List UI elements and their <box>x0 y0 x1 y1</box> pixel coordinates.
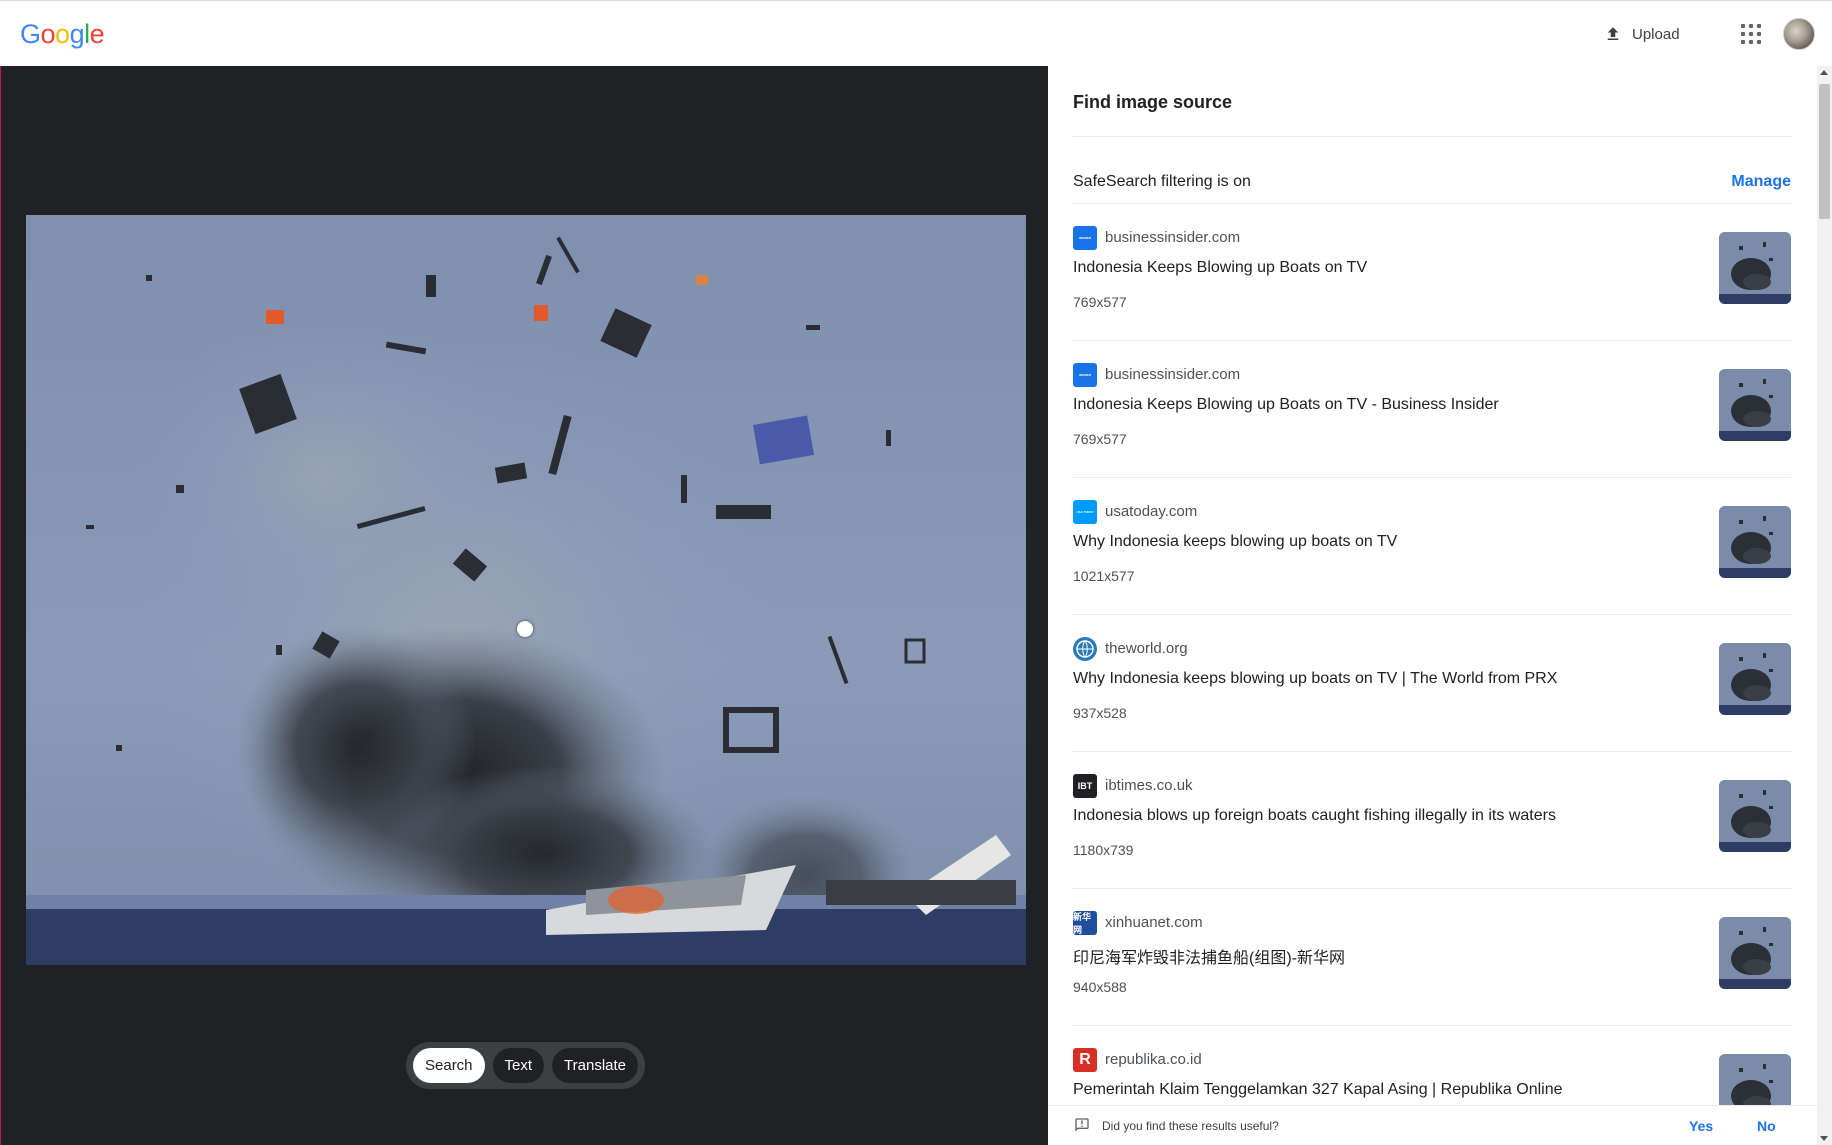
result-title-link[interactable]: Indonesia Keeps Blowing up Boats on TV <box>1073 259 1367 277</box>
mode-translate-button[interactable]: Translate <box>552 1048 639 1083</box>
result-item[interactable]: 新华网 xinhuanet.com 印尼海军炸毁非法捕鱼船(组图)-新华网 940x5… <box>1073 889 1791 1026</box>
logo-letter: g <box>69 19 85 49</box>
feedback-yes-button[interactable]: Yes <box>1689 1118 1713 1134</box>
site-favicon-icon: 新华网 <box>1073 911 1097 935</box>
divider <box>1073 136 1791 137</box>
site-favicon-icon <box>1073 637 1097 661</box>
result-title-link[interactable]: Pemerintah Klaim Tenggelamkan 327 Kapal … <box>1073 1081 1563 1099</box>
mode-search-button[interactable]: Search <box>413 1048 485 1083</box>
result-item[interactable]: theworld.org Why Indonesia keeps blowing … <box>1073 615 1791 752</box>
result-site[interactable]: usatoday.com <box>1105 503 1197 520</box>
upload-icon <box>1607 27 1619 40</box>
result-thumbnail[interactable] <box>1719 232 1791 304</box>
result-dimensions: 1180x739 <box>1073 842 1134 858</box>
logo-wordmark: Google <box>20 19 105 49</box>
result-title-link[interactable]: 印尼海军炸毁非法捕鱼船(组图)-新华网 <box>1073 944 1345 968</box>
upload-button[interactable]: Upload <box>1604 19 1680 49</box>
result-thumbnail[interactable] <box>1719 643 1791 715</box>
result-item[interactable]: INSIDER businessinsider.com Indonesia Keep… <box>1073 204 1791 341</box>
logo-letter: G <box>20 19 41 49</box>
safesearch-row: SafeSearch filtering is on Manage <box>1073 162 1791 202</box>
avatar[interactable] <box>1783 18 1815 50</box>
result-item[interactable]: IBT ibtimes.co.uk Indonesia blows up forei… <box>1073 752 1791 889</box>
result-site[interactable]: ibtimes.co.uk <box>1105 777 1193 794</box>
result-thumbnail[interactable] <box>1719 369 1791 441</box>
feedback-question: Did you find these results useful? <box>1102 1119 1279 1133</box>
panel-title: Find image source <box>1073 92 1233 112</box>
result-site[interactable]: theworld.org <box>1105 640 1188 657</box>
result-title-link[interactable]: Indonesia blows up foreign boats caught … <box>1073 807 1556 825</box>
apps-grid-icon[interactable] <box>1740 23 1762 45</box>
result-thumbnail[interactable] <box>1719 780 1791 852</box>
site-favicon-icon: INSIDER <box>1073 363 1097 387</box>
scroll-down-arrow-icon[interactable] <box>1820 1136 1828 1141</box>
explosion-image <box>26 215 1026 965</box>
results-panel: Find image source SafeSearch filtering i… <box>1049 66 1817 1145</box>
result-item[interactable]: USA TODAY usatoday.com Why Indonesia keeps… <box>1073 478 1791 615</box>
result-dimensions: 937x528 <box>1073 705 1127 721</box>
result-dimensions: 769x577 <box>1073 431 1127 447</box>
logo-letter: e <box>89 19 105 49</box>
result-site[interactable]: republika.co.id <box>1105 1051 1202 1068</box>
result-site[interactable]: businessinsider.com <box>1105 366 1240 383</box>
site-favicon-icon: USA TODAY <box>1073 500 1097 524</box>
logo-letter: o <box>55 19 70 49</box>
site-favicon-icon: INSIDER <box>1073 226 1097 250</box>
result-dimensions: 1021x577 <box>1073 568 1135 584</box>
top-bar: Google Upload <box>0 0 1832 66</box>
site-favicon-icon: IBT <box>1073 774 1097 798</box>
google-logo[interactable]: Google <box>20 19 105 50</box>
upload-label: Upload <box>1632 25 1680 43</box>
result-title-link[interactable]: Why Indonesia keeps blowing up boats on … <box>1073 533 1397 551</box>
site-favicon-icon: R <box>1073 1048 1097 1072</box>
lens-mode-selector: Search Text Translate <box>406 1042 645 1089</box>
feedback-no-button[interactable]: No <box>1757 1118 1776 1134</box>
scroll-up-arrow-icon[interactable] <box>1820 70 1828 75</box>
result-thumbnail[interactable] <box>1719 506 1791 578</box>
scrollbar-thumb[interactable] <box>1819 84 1830 219</box>
result-item[interactable]: INSIDER businessinsider.com Indonesia Keep… <box>1073 341 1791 478</box>
result-title-link[interactable]: Why Indonesia keeps blowing up boats on … <box>1073 670 1557 688</box>
result-site[interactable]: xinhuanet.com <box>1105 914 1203 931</box>
focus-point[interactable] <box>517 621 533 637</box>
manage-safesearch-link[interactable]: Manage <box>1731 173 1791 191</box>
safesearch-label: SafeSearch filtering is on <box>1073 173 1251 190</box>
logo-letter: o <box>40 19 56 49</box>
result-dimensions: 940x588 <box>1073 979 1127 995</box>
feedback-icon <box>1075 1118 1089 1132</box>
panel-scrollbar[interactable] <box>1817 66 1832 1145</box>
image-viewer: Search Text Translate <box>0 66 1048 1145</box>
result-site[interactable]: businessinsider.com <box>1105 229 1240 246</box>
result-thumbnail[interactable] <box>1719 917 1791 989</box>
mode-text-button[interactable]: Text <box>492 1048 545 1083</box>
uploaded-image[interactable] <box>26 215 1026 965</box>
result-dimensions: 769x577 <box>1073 294 1127 310</box>
result-title-link[interactable]: Indonesia Keeps Blowing up Boats on TV -… <box>1073 396 1499 414</box>
feedback-bar: Did you find these results useful? Yes N… <box>1049 1105 1817 1145</box>
